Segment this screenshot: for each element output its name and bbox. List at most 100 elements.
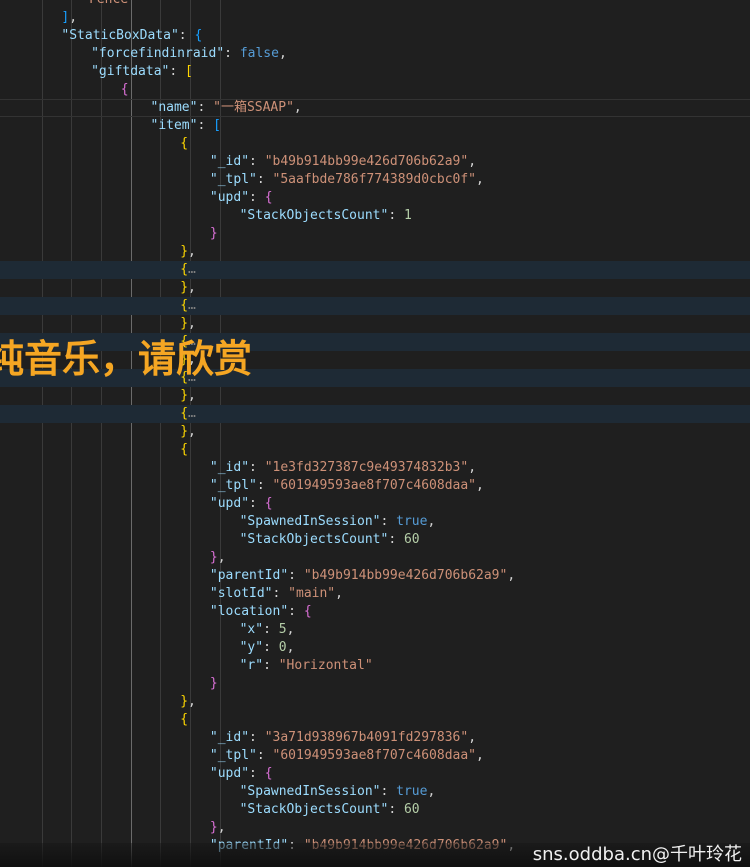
- code-token: 5: [278, 622, 287, 637]
- code-line[interactable]: {: [0, 81, 750, 99]
- code-token: "main": [288, 586, 336, 601]
- code-line[interactable]: "x": 5,: [0, 621, 750, 639]
- code-line[interactable]: },: [0, 315, 750, 333]
- code-line[interactable]: "y": 0,: [0, 639, 750, 657]
- code-line[interactable]: "upd": {: [0, 495, 750, 513]
- code-token: "_tpl": [209, 172, 257, 187]
- code-line[interactable]: "name": "一箱SSAAP",: [0, 99, 750, 117]
- code-token: {: [264, 496, 273, 511]
- folded-code-line[interactable]: {…: [0, 333, 750, 351]
- code-token: :: [272, 586, 289, 601]
- code-content: "StackObjectsCount": 60: [240, 531, 420, 549]
- code-line[interactable]: "SpawnedInSession": true,: [0, 513, 750, 531]
- folded-code-line[interactable]: {…: [0, 369, 750, 387]
- code-token: :: [388, 208, 404, 223]
- code-line[interactable]: "StackObjectsCount": 60: [0, 801, 750, 819]
- code-line[interactable]: },: [0, 423, 750, 441]
- fold-ellipsis[interactable]: …: [188, 406, 196, 421]
- fold-ellipsis[interactable]: …: [188, 334, 196, 349]
- code-line[interactable]: },: [0, 351, 750, 369]
- code-line[interactable]: "_tpl": "601949593ae8f707c4608daa",: [0, 477, 750, 495]
- folded-code-line[interactable]: {…: [0, 405, 750, 423]
- folded-code-line[interactable]: {…: [0, 261, 750, 279]
- code-token: :: [263, 640, 279, 655]
- code-content: {…: [180, 261, 196, 279]
- code-line[interactable]: "slotId": "main",: [0, 585, 750, 603]
- code-line[interactable]: ],: [0, 9, 750, 27]
- code-token: "_tpl": [209, 748, 257, 763]
- code-content: }: [210, 675, 218, 693]
- code-token: ,: [188, 388, 196, 403]
- code-line[interactable]: "parentId": "b49b914bb99e426d706b62a9",: [0, 567, 750, 585]
- code-content: "upd": {: [210, 765, 273, 783]
- fold-ellipsis[interactable]: …: [188, 298, 196, 313]
- code-line[interactable]: },: [0, 243, 750, 261]
- code-line[interactable]: "upd": {: [0, 189, 750, 207]
- code-content: "StaticBoxData": {: [61, 27, 202, 45]
- code-line[interactable]: "StackObjectsCount": 1: [0, 207, 750, 225]
- code-token: "upd": [209, 496, 250, 511]
- folded-code-line[interactable]: {…: [0, 297, 750, 315]
- code-line[interactable]: "StaticBoxData": {: [0, 27, 750, 45]
- code-line[interactable]: }: [0, 225, 750, 243]
- code-token: :: [249, 496, 265, 511]
- fold-ellipsis[interactable]: …: [188, 370, 196, 385]
- code-token: "slotId": [209, 586, 273, 601]
- code-token: :: [197, 118, 214, 133]
- fold-ellipsis[interactable]: …: [188, 262, 196, 277]
- code-token: :: [256, 172, 273, 187]
- code-line[interactable]: },: [0, 819, 750, 837]
- code-content: },: [180, 279, 196, 297]
- code-token: :: [249, 190, 265, 205]
- code-line[interactable]: "_tpl": "5aafbde786f774389d0cbc0f",: [0, 171, 750, 189]
- code-content: },: [180, 693, 196, 711]
- code-token: "r": [239, 658, 264, 673]
- code-token: ,: [476, 172, 484, 187]
- code-token: :: [388, 802, 404, 817]
- code-line[interactable]: {: [0, 441, 750, 459]
- code-token: {: [120, 82, 129, 97]
- code-editor[interactable]: "Fence"],"StaticBoxData": {"forcefindinr…: [0, 0, 750, 867]
- code-token: :: [380, 784, 397, 799]
- code-line[interactable]: "upd": {: [0, 765, 750, 783]
- code-token: [: [213, 118, 221, 133]
- code-token: "forcefindinraid": [91, 46, 225, 61]
- code-line[interactable]: },: [0, 387, 750, 405]
- code-content: "upd": {: [210, 495, 273, 513]
- code-line[interactable]: },: [0, 549, 750, 567]
- code-line[interactable]: "forcefindinraid": false,: [0, 45, 750, 63]
- code-line[interactable]: }: [0, 675, 750, 693]
- code-line[interactable]: "_id": "3a71d938967b4091fd297836",: [0, 729, 750, 747]
- code-token: "StackObjectsCount": [239, 532, 389, 547]
- code-content: "_id": "b49b914bb99e426d706b62a9",: [210, 153, 476, 171]
- code-line[interactable]: {: [0, 135, 750, 153]
- code-token: {: [180, 334, 189, 349]
- code-content: "name": "一箱SSAAP",: [151, 99, 302, 117]
- code-line[interactable]: "_id": "b49b914bb99e426d706b62a9",: [0, 153, 750, 171]
- code-line[interactable]: "StackObjectsCount": 60: [0, 531, 750, 549]
- code-line[interactable]: "Fence": [0, 0, 750, 9]
- code-line[interactable]: "_id": "1e3fd327387c9e49374832b3",: [0, 459, 750, 477]
- code-line[interactable]: "location": {: [0, 603, 750, 621]
- code-line[interactable]: "_tpl": "601949593ae8f707c4608daa",: [0, 747, 750, 765]
- code-line[interactable]: "giftdata": [: [0, 63, 750, 81]
- code-token: "b49b914bb99e426d706b62a9": [303, 568, 508, 583]
- code-token: "upd": [209, 190, 250, 205]
- code-token: ,: [286, 640, 295, 655]
- code-content: },: [180, 423, 196, 441]
- code-line[interactable]: },: [0, 693, 750, 711]
- code-token: }: [180, 280, 189, 295]
- code-line[interactable]: "SpawnedInSession": true,: [0, 783, 750, 801]
- code-token: }: [180, 424, 189, 439]
- watermark-text: sns.oddba.cn@千叶玲花: [532, 844, 742, 865]
- code-token: ,: [188, 316, 196, 331]
- code-token: ,: [468, 154, 477, 169]
- code-token: "StaticBoxData": [61, 28, 179, 43]
- code-content: "location": {: [210, 603, 312, 621]
- code-line[interactable]: "item": [: [0, 117, 750, 135]
- code-line[interactable]: "r": "Horizontal": [0, 657, 750, 675]
- code-token: ,: [188, 424, 196, 439]
- code-line[interactable]: },: [0, 279, 750, 297]
- code-line[interactable]: {: [0, 711, 750, 729]
- code-token: {: [180, 298, 189, 313]
